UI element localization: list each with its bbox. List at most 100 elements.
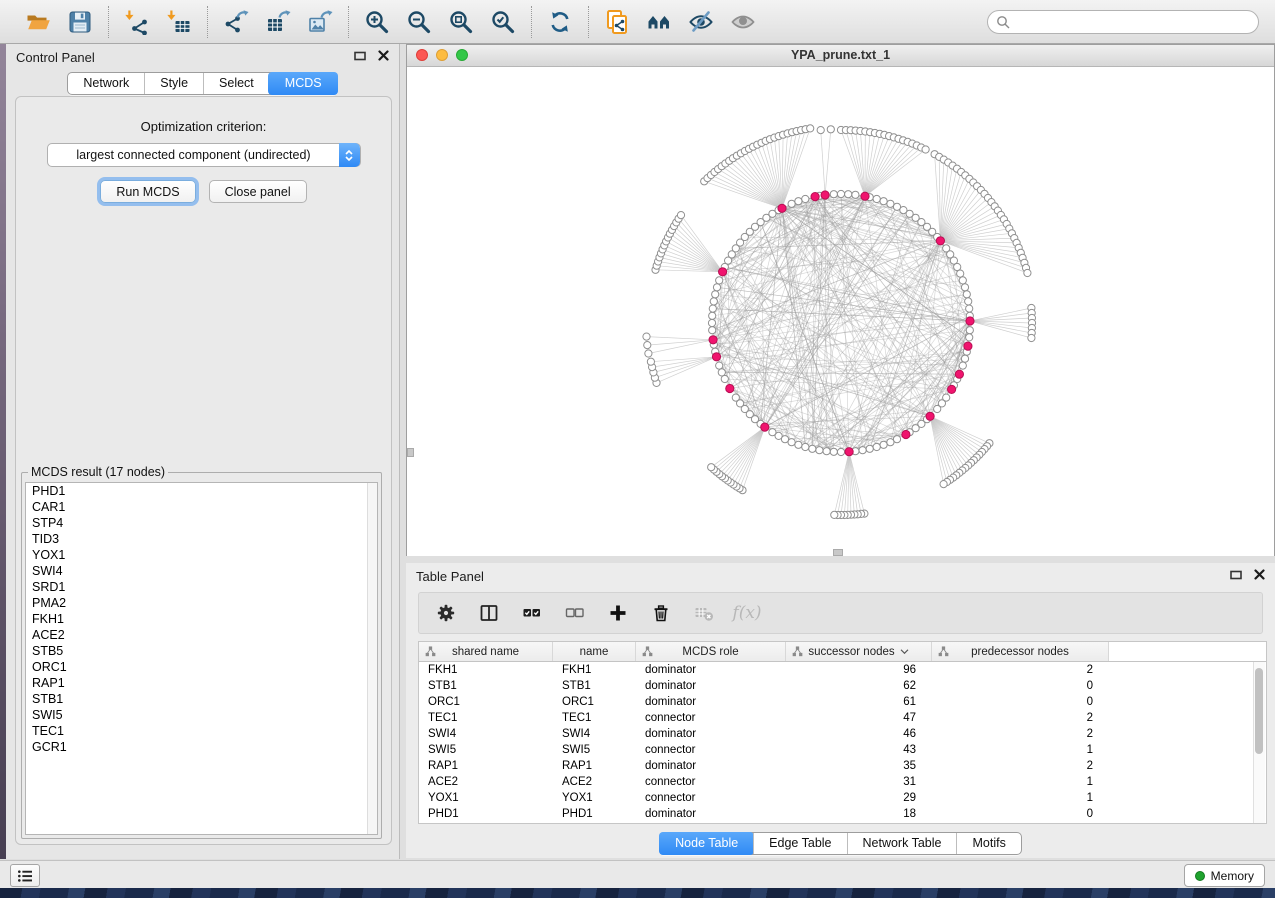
mcds-result-node[interactable]: TEC1: [26, 723, 377, 739]
network-node[interactable]: [880, 441, 887, 448]
cell-name[interactable]: ACE2: [553, 774, 636, 790]
network-node[interactable]: [708, 464, 715, 471]
table-row[interactable]: ORC1ORC1dominator610: [419, 694, 1266, 710]
network-node[interactable]: [709, 305, 716, 312]
network-node[interactable]: [837, 448, 844, 455]
table-row[interactable]: PHD1PHD1dominator180: [419, 806, 1266, 822]
network-node[interactable]: [645, 350, 652, 357]
table-tab-motifs[interactable]: Motifs: [956, 833, 1020, 854]
export-table-icon[interactable]: [264, 8, 292, 36]
window-close-icon[interactable]: [416, 49, 428, 61]
network-node[interactable]: [795, 441, 802, 448]
network-node[interactable]: [817, 127, 824, 134]
network-node[interactable]: [788, 439, 795, 446]
table-row[interactable]: TEC1TEC1connector472: [419, 710, 1266, 726]
cell-predecessor-nodes[interactable]: 0: [932, 806, 1109, 822]
cell-MCDS-role[interactable]: connector: [636, 790, 786, 806]
mcds-result-list[interactable]: PHD1CAR1STP4TID3YOX1SWI4SRD1PMA2FKH1ACE2…: [25, 482, 378, 835]
cell-MCDS-role[interactable]: connector: [636, 742, 786, 758]
network-node[interactable]: [961, 284, 968, 291]
import-table-icon[interactable]: [165, 8, 193, 36]
cell-successor-nodes[interactable]: 31: [786, 774, 932, 790]
mcds-hub-node[interactable]: [948, 385, 956, 393]
network-window-titlebar[interactable]: YPA_prune.txt_1: [407, 45, 1274, 67]
network-node[interactable]: [802, 195, 809, 202]
import-network-icon[interactable]: [123, 8, 151, 36]
mcds-result-node[interactable]: CAR1: [26, 499, 377, 515]
mcds-hub-node[interactable]: [861, 192, 869, 200]
cell-successor-nodes[interactable]: 29: [786, 790, 932, 806]
network-node[interactable]: [788, 200, 795, 207]
cell-predecessor-nodes[interactable]: 2: [932, 758, 1109, 774]
network-node[interactable]: [959, 362, 966, 369]
task-history-button[interactable]: [10, 864, 40, 887]
save-icon[interactable]: [66, 8, 94, 36]
network-canvas[interactable]: [407, 67, 1274, 556]
cell-name[interactable]: STB1: [553, 678, 636, 694]
tab-style[interactable]: Style: [144, 73, 203, 94]
table-row[interactable]: ACE2ACE2connector311: [419, 774, 1266, 790]
network-node[interactable]: [831, 511, 838, 518]
network-node[interactable]: [961, 355, 968, 362]
network-node[interactable]: [807, 125, 814, 132]
scrollbar-thumb[interactable]: [1255, 668, 1263, 754]
network-node[interactable]: [677, 212, 684, 219]
table-row[interactable]: SWI5SWI5connector431: [419, 742, 1266, 758]
close-panel-icon[interactable]: [378, 50, 389, 61]
cell-MCDS-role[interactable]: dominator: [636, 758, 786, 774]
cell-successor-nodes[interactable]: 46: [786, 726, 932, 742]
mcds-hub-node[interactable]: [726, 384, 734, 392]
cell-predecessor-nodes[interactable]: 2: [932, 662, 1109, 678]
sort-chevron-icon[interactable]: [900, 646, 909, 658]
float-panel-icon[interactable]: [1230, 570, 1242, 580]
cell-successor-nodes[interactable]: 35: [786, 758, 932, 774]
mcds-hub-node[interactable]: [964, 342, 972, 350]
table-tab-edge-table[interactable]: Edge Table: [753, 833, 846, 854]
cell-successor-nodes[interactable]: 61: [786, 694, 932, 710]
cell-name[interactable]: SWI5: [553, 742, 636, 758]
mcds-hub-node[interactable]: [845, 448, 853, 456]
network-node[interactable]: [866, 445, 873, 452]
cell-shared-name[interactable]: STB1: [419, 678, 553, 694]
cell-name[interactable]: YOX1: [553, 790, 636, 806]
column-header-predecessor-nodes[interactable]: predecessor nodes: [932, 642, 1109, 661]
export-network-icon[interactable]: [222, 8, 250, 36]
close-panel-icon[interactable]: [1254, 569, 1265, 580]
splitter-grip[interactable]: [407, 448, 414, 457]
cell-shared-name[interactable]: TEC1: [419, 710, 553, 726]
network-node[interactable]: [922, 146, 929, 153]
optimization-criterion-select[interactable]: largest connected component (undirected): [47, 143, 361, 167]
tab-select[interactable]: Select: [203, 73, 269, 94]
cell-predecessor-nodes[interactable]: 1: [932, 790, 1109, 806]
mcds-hub-node[interactable]: [926, 412, 934, 420]
cell-predecessor-nodes[interactable]: 2: [932, 710, 1109, 726]
cell-shared-name[interactable]: SWI4: [419, 726, 553, 742]
cell-name[interactable]: FKH1: [553, 662, 636, 678]
show-all-icon[interactable]: [729, 8, 757, 36]
cell-MCDS-role[interactable]: connector: [636, 710, 786, 726]
network-node[interactable]: [644, 342, 651, 349]
mcds-result-node[interactable]: PHD1: [26, 483, 377, 499]
network-node[interactable]: [954, 263, 961, 270]
cell-successor-nodes[interactable]: 43: [786, 742, 932, 758]
network-node[interactable]: [795, 198, 802, 205]
network-node[interactable]: [963, 291, 970, 298]
mcds-result-node[interactable]: PMA2: [26, 595, 377, 611]
table-row[interactable]: RAP1RAP1dominator352: [419, 758, 1266, 774]
mcds-result-node[interactable]: RAP1: [26, 675, 377, 691]
cell-successor-nodes[interactable]: 62: [786, 678, 932, 694]
cell-predecessor-nodes[interactable]: 1: [932, 742, 1109, 758]
mcds-result-node[interactable]: YOX1: [26, 547, 377, 563]
cell-successor-nodes[interactable]: 47: [786, 710, 932, 726]
first-neighbors-icon[interactable]: [645, 8, 673, 36]
network-node[interactable]: [873, 443, 880, 450]
network-node[interactable]: [802, 443, 809, 450]
mcds-result-node[interactable]: GCR1: [26, 739, 377, 755]
network-node[interactable]: [830, 448, 837, 455]
network-node[interactable]: [1024, 269, 1031, 276]
network-node[interactable]: [893, 436, 900, 443]
mcds-hub-node[interactable]: [955, 370, 963, 378]
table-row[interactable]: SWI4SWI4dominator462: [419, 726, 1266, 742]
network-node[interactable]: [716, 277, 723, 284]
cell-MCDS-role[interactable]: dominator: [636, 678, 786, 694]
